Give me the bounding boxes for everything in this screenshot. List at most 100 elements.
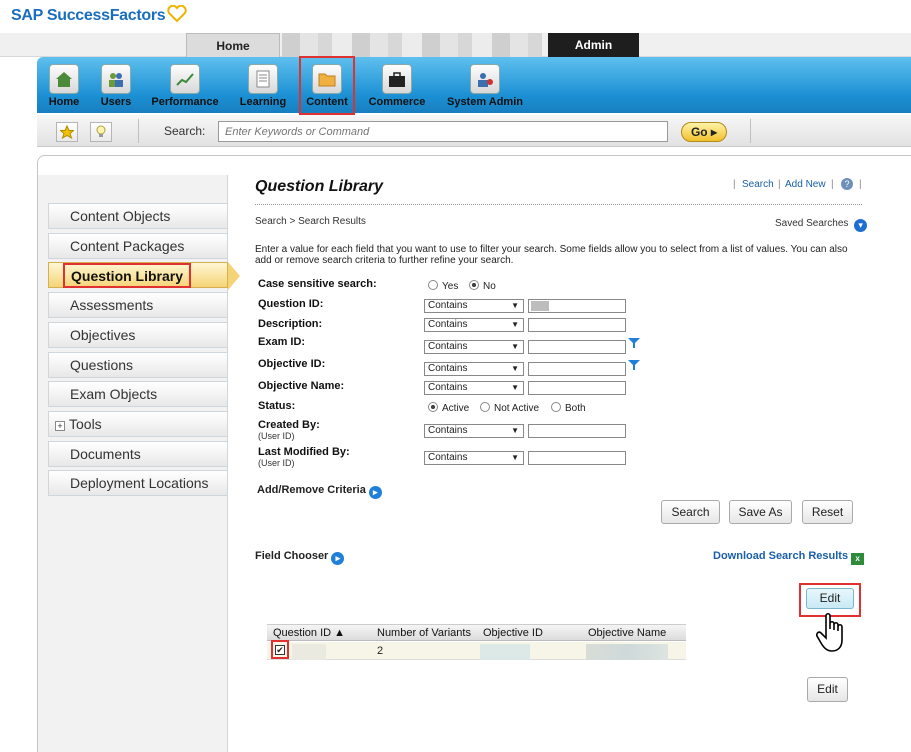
redacted-cell — [480, 644, 530, 660]
go-button[interactable]: Go ▸ — [681, 122, 727, 142]
divider — [138, 119, 139, 143]
search-label: Search: — [164, 124, 206, 138]
last-modified-by-input[interactable] — [528, 451, 626, 465]
objective-id-label: Objective ID: — [258, 358, 326, 370]
description-input[interactable] — [528, 318, 626, 332]
sidebar-item-tools[interactable]: + Tools — [48, 411, 228, 437]
instructions-text: Enter a value for each field that you wa… — [255, 244, 848, 266]
toolbar-commerce[interactable]: Commerce — [368, 60, 426, 112]
download-results-link[interactable]: Download Search Results x — [713, 550, 865, 565]
search-button[interactable]: Search — [661, 500, 720, 524]
col-number-of-variants[interactable]: Number of Variants — [377, 627, 471, 639]
add-new-link[interactable]: Add New — [785, 179, 826, 190]
sidebar-item-questions[interactable]: Questions — [48, 352, 228, 378]
help-icon[interactable]: ? — [841, 178, 853, 190]
search-link[interactable]: Search — [742, 179, 774, 190]
exam-id-operator[interactable]: Contains — [424, 340, 524, 354]
case-sensitive-label: Case sensitive search: — [258, 278, 377, 290]
sidebar-item-objectives[interactable]: Objectives — [48, 322, 228, 348]
sidebar-item-content-packages[interactable]: Content Packages — [48, 233, 228, 259]
lightbulb-icon[interactable] — [90, 122, 112, 142]
expand-plus-icon[interactable]: + — [55, 421, 65, 431]
favorites-star-icon[interactable] — [56, 122, 78, 142]
sidebar-item-label: Question Library — [63, 263, 192, 288]
last-modified-by-label: Last Modified By: (User ID) — [258, 446, 350, 468]
results-table-header: Question ID ▲ Number of Variants Objecti… — [267, 624, 686, 641]
toolbar-learning[interactable]: Learning — [238, 60, 288, 112]
sidebar-item-exam-objects[interactable]: Exam Objects — [48, 381, 228, 407]
row-checkbox[interactable]: ✔ — [275, 645, 285, 655]
description-label: Description: — [258, 318, 323, 330]
sidebar-item-documents[interactable]: Documents — [48, 441, 228, 467]
active-arrow — [228, 262, 240, 290]
sidebar-item-deployment-locations[interactable]: Deployment Locations — [48, 470, 228, 496]
toolbar-performance[interactable]: Performance — [150, 60, 220, 112]
redacted-cell — [292, 644, 326, 660]
created-by-operator[interactable]: Contains — [424, 424, 524, 438]
created-by-input[interactable] — [528, 424, 626, 438]
exam-id-label: Exam ID: — [258, 336, 306, 348]
admin-icon — [470, 64, 500, 94]
status-active-radio[interactable]: Active — [428, 402, 469, 414]
col-objective-id[interactable]: Objective ID — [483, 627, 543, 639]
saved-searches-link[interactable]: Saved Searches ▾ — [775, 218, 868, 232]
users-icon — [101, 64, 131, 94]
add-remove-criteria-link[interactable]: Add/Remove Criteria ▸ — [257, 484, 382, 499]
created-by-label: Created By: (User ID) — [258, 419, 320, 441]
field-chooser-link[interactable]: Field Chooser ▸ — [255, 550, 345, 565]
question-id-label: Question ID: — [258, 298, 324, 310]
arrow-right-icon: ▸ — [331, 552, 345, 565]
chevron-down-icon: ▾ — [854, 219, 868, 232]
sidebar-item-assessments[interactable]: Assessments — [48, 292, 228, 318]
arrow-right-icon: ▸ — [710, 125, 718, 139]
home-icon — [49, 64, 79, 94]
briefcase-icon — [382, 64, 412, 94]
toolbar-content[interactable]: Content — [299, 56, 355, 115]
redacted-cell — [586, 644, 668, 660]
col-question-id[interactable]: Question ID ▲ — [273, 627, 345, 639]
tab-redacted — [282, 33, 542, 57]
status-not-active-radio[interactable]: Not Active — [480, 402, 539, 414]
description-operator[interactable]: Contains — [424, 318, 524, 332]
case-yes-radio[interactable]: Yes — [428, 280, 458, 292]
case-no-radio[interactable]: No — [469, 280, 496, 292]
reset-button[interactable]: Reset — [802, 500, 853, 524]
page-title: Question Library — [255, 178, 384, 195]
filter-funnel-icon[interactable] — [628, 360, 640, 370]
toolbar-system-admin[interactable]: System Admin — [446, 60, 524, 112]
heart-icon — [167, 4, 188, 23]
objective-id-input[interactable] — [528, 362, 626, 376]
objective-name-operator[interactable]: Contains — [424, 381, 524, 395]
question-id-operator[interactable]: Contains — [424, 299, 524, 313]
toolbar-home[interactable]: Home — [45, 60, 83, 112]
col-objective-name[interactable]: Objective Name — [588, 627, 666, 639]
arrow-right-icon: ▸ — [368, 486, 382, 499]
tab-home[interactable]: Home — [186, 33, 280, 57]
divider — [255, 204, 862, 205]
status-label: Status: — [258, 400, 296, 412]
tab-admin[interactable]: Admin — [548, 33, 639, 57]
toolbar-users[interactable]: Users — [97, 60, 135, 112]
edit-button-bottom[interactable]: Edit — [807, 677, 848, 702]
hand-cursor-icon — [816, 612, 843, 652]
last-modified-by-operator[interactable]: Contains — [424, 451, 524, 465]
brand-logo[interactable]: SAP SuccessFactors — [11, 4, 188, 25]
status-both-radio[interactable]: Both — [551, 402, 586, 414]
breadcrumb: Search > Search Results — [255, 216, 366, 227]
question-id-input[interactable] — [528, 299, 626, 313]
objective-name-label: Objective Name: — [258, 380, 345, 392]
filter-funnel-icon[interactable] — [628, 338, 640, 348]
edit-button[interactable]: Edit — [806, 588, 854, 609]
chart-icon — [170, 64, 200, 94]
divider — [750, 119, 751, 143]
exam-id-input[interactable] — [528, 340, 626, 354]
document-icon — [248, 64, 278, 94]
variants-cell: 2 — [377, 645, 384, 657]
excel-icon: x — [851, 553, 865, 565]
search-input[interactable] — [218, 121, 668, 142]
objective-id-operator[interactable]: Contains — [424, 362, 524, 376]
sidebar-item-content-objects[interactable]: Content Objects — [48, 203, 228, 229]
objective-name-input[interactable] — [528, 381, 626, 395]
save-as-button[interactable]: Save As — [729, 500, 792, 524]
folder-icon — [312, 64, 342, 94]
